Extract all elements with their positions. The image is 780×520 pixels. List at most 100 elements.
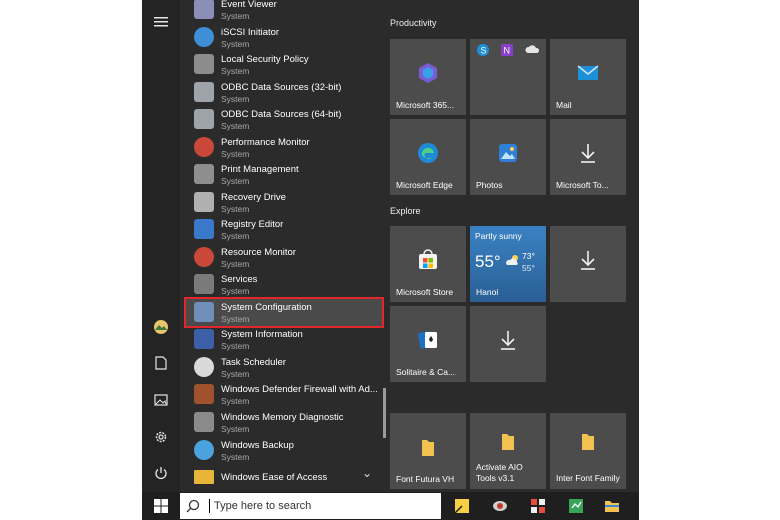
app-group-label: System bbox=[221, 231, 250, 241]
app-list-item[interactable]: Windows Backup System bbox=[186, 437, 382, 464]
tile-download-placeholder-2[interactable] bbox=[470, 306, 546, 382]
spreadsheet-app-icon[interactable] bbox=[568, 498, 584, 514]
tile-activate-aio[interactable]: Activate AIO Tools v3.1 bbox=[470, 413, 546, 489]
svg-text:S: S bbox=[481, 46, 487, 56]
partly-sunny-icon bbox=[506, 255, 518, 265]
weather-low: 55° bbox=[522, 263, 535, 273]
svg-text:N: N bbox=[504, 46, 511, 56]
tile-solitaire[interactable]: Solitaire & Ca... bbox=[390, 306, 466, 382]
registry-icon bbox=[194, 219, 214, 239]
app-list-item[interactable]: Performance Monitor System bbox=[186, 134, 382, 161]
app-list-item[interactable]: Task Scheduler System bbox=[186, 354, 382, 381]
app-list-item[interactable]: Windows Memory Diagnostic System bbox=[186, 409, 382, 436]
tile-label: Font Futura VH bbox=[396, 474, 455, 484]
database-icon bbox=[194, 81, 214, 102]
tile-office-apps[interactable]: S N bbox=[470, 39, 546, 115]
download-arrow-icon bbox=[581, 144, 595, 163]
pictures-icon[interactable] bbox=[149, 388, 173, 412]
app-group-label: System bbox=[221, 203, 250, 214]
app-name: Print Management bbox=[221, 164, 299, 175]
tile-font-futura[interactable]: Font Futura VH bbox=[390, 413, 466, 489]
app-name: Recovery Drive bbox=[221, 191, 286, 203]
app-group-label: System bbox=[221, 396, 250, 406]
file-explorer-icon[interactable] bbox=[604, 498, 620, 514]
tile-microsoft-store[interactable]: Microsoft Store bbox=[390, 226, 466, 302]
tile-inter-font[interactable]: Inter Font Family bbox=[550, 413, 626, 489]
onedrive-icon bbox=[525, 45, 539, 53]
backup-icon bbox=[194, 440, 214, 460]
app-list-item[interactable]: iSCSI Initiator System bbox=[186, 24, 382, 51]
app-list-item[interactable]: ODBC Data Sources (32-bit) System bbox=[186, 79, 382, 106]
tile-photos[interactable]: Photos bbox=[470, 119, 546, 195]
app-name: ODBC Data Sources (32-bit) bbox=[221, 81, 342, 93]
chevron-down-icon[interactable]: ⌄ bbox=[362, 466, 372, 480]
app-name: System Configuration bbox=[221, 301, 312, 313]
folder-icon bbox=[582, 434, 594, 450]
app-list-item[interactable]: Windows Defender Firewall with Ad... Syst… bbox=[186, 381, 382, 408]
app-name: Windows Defender Firewall with Ad... bbox=[221, 384, 378, 395]
gears-icon bbox=[194, 274, 214, 294]
media-app-icon[interactable] bbox=[492, 498, 508, 514]
power-icon[interactable] bbox=[149, 461, 173, 485]
firewall-icon bbox=[194, 384, 214, 404]
app-name: Event Viewer bbox=[221, 0, 277, 10]
globe-icon bbox=[194, 26, 214, 47]
tile-label: Photos bbox=[476, 180, 503, 190]
security-policy-icon bbox=[194, 54, 214, 74]
tile-microsoft-todo[interactable]: Microsoft To... bbox=[550, 119, 626, 195]
app-group-label: System bbox=[221, 11, 250, 21]
user-avatar-icon[interactable] bbox=[149, 315, 173, 339]
tile-download-placeholder[interactable] bbox=[550, 226, 626, 302]
folder-icon bbox=[502, 434, 514, 450]
settings-gear-icon[interactable] bbox=[149, 425, 173, 449]
app-name: Windows Backup bbox=[221, 440, 294, 451]
app-group-label: System bbox=[221, 121, 250, 131]
tile-label: Solitaire & Ca... bbox=[396, 367, 456, 377]
app-list-item[interactable]: Services System bbox=[186, 271, 382, 298]
weather-city: Hanoi bbox=[476, 287, 499, 297]
network-tool-icon[interactable] bbox=[530, 498, 546, 514]
app-list-item[interactable]: Print Management System bbox=[186, 161, 382, 188]
app-list-item[interactable]: Registry Editor System bbox=[186, 216, 382, 243]
app-list-item[interactable]: Recovery Drive System bbox=[186, 189, 382, 216]
app-group-label: System bbox=[221, 176, 250, 186]
weather-high: 73° bbox=[522, 251, 535, 261]
app-list-item[interactable]: System Configuration System bbox=[184, 296, 384, 328]
app-group-label: System bbox=[221, 313, 250, 324]
photos-icon bbox=[499, 144, 517, 162]
search-icon bbox=[186, 499, 200, 513]
app-group-label: System bbox=[221, 368, 250, 379]
app-list-item[interactable]: Event Viewer System bbox=[186, 0, 382, 23]
app-group-label: System bbox=[221, 341, 250, 351]
app-group-label: System bbox=[221, 148, 250, 159]
onenote-icon: N bbox=[501, 44, 513, 56]
app-list-item[interactable]: Local Security Policy System bbox=[186, 51, 382, 78]
edge-icon bbox=[418, 143, 438, 163]
tile-microsoft-edge[interactable]: Microsoft Edge bbox=[390, 119, 466, 195]
tiles-area: Productivity Microsoft 365... S N Mail M… bbox=[390, 0, 639, 492]
taskbar: Type here to search bbox=[142, 492, 639, 520]
tile-microsoft-365[interactable]: Microsoft 365... bbox=[390, 39, 466, 115]
app-list: Event Viewer System iSCSI Initiator System L… bbox=[180, 0, 390, 492]
microsoft-365-icon bbox=[419, 63, 437, 83]
windows-start-icon[interactable] bbox=[154, 499, 168, 518]
drive-icon bbox=[194, 191, 214, 212]
gauge-icon bbox=[194, 246, 214, 267]
sticky-notes-icon[interactable] bbox=[454, 498, 470, 514]
app-list-scrollbar[interactable] bbox=[383, 388, 386, 438]
app-name: Local Security Policy bbox=[221, 54, 309, 65]
app-name: Resource Monitor bbox=[221, 246, 296, 258]
hamburger-menu-icon[interactable] bbox=[149, 10, 173, 34]
tile-label: Microsoft Edge bbox=[396, 180, 453, 190]
documents-icon[interactable] bbox=[149, 351, 173, 375]
taskbar-search-box[interactable]: Type here to search bbox=[180, 493, 441, 519]
app-group-label: System bbox=[221, 258, 250, 269]
app-list-item[interactable]: Windows Ease of Access ⌄ bbox=[186, 464, 382, 491]
app-list-item[interactable]: System Information System bbox=[186, 326, 382, 353]
group-productivity-label: Productivity bbox=[390, 18, 437, 28]
app-list-item[interactable]: Resource Monitor System bbox=[186, 244, 382, 271]
tile-mail[interactable]: Mail bbox=[550, 39, 626, 115]
app-group-label: System bbox=[221, 286, 250, 296]
tile-weather[interactable]: Partly sunny 55° 73° 55° Hanoi bbox=[470, 226, 546, 302]
app-list-item[interactable]: ODBC Data Sources (64-bit) System bbox=[186, 106, 382, 133]
